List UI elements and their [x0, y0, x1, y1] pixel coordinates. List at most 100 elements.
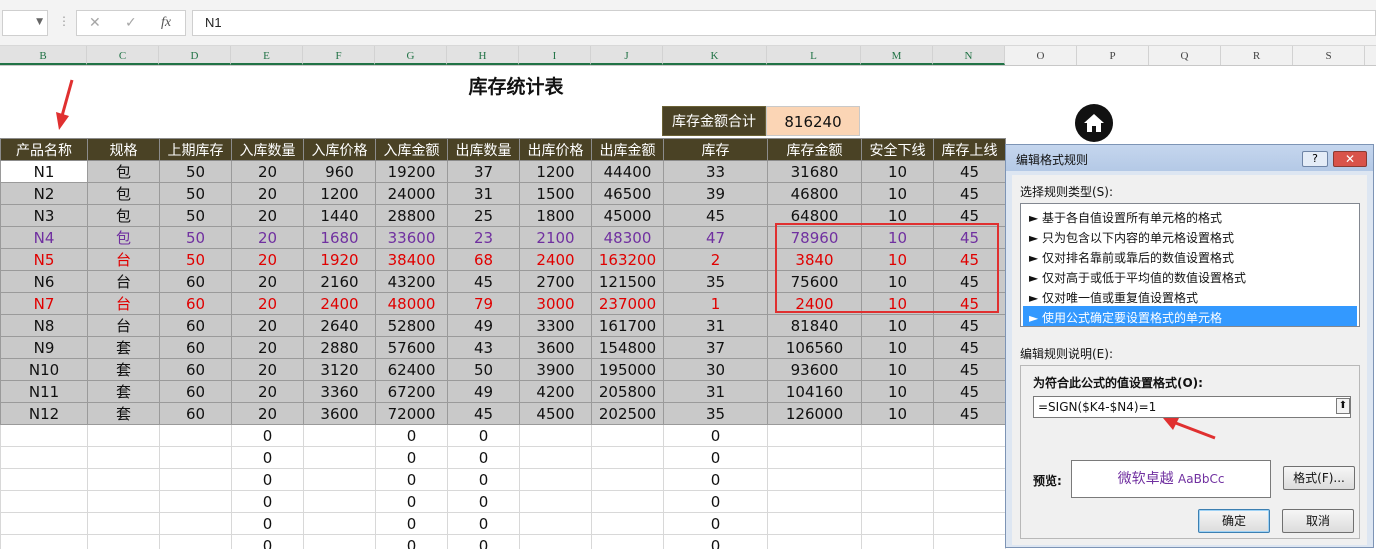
- table-cell[interactable]: 31: [447, 182, 520, 205]
- table-cell[interactable]: 20: [231, 248, 304, 271]
- table-cell[interactable]: 20: [231, 336, 304, 359]
- column-header-p[interactable]: P: [1077, 46, 1149, 65]
- table-cell[interactable]: 2400: [519, 248, 592, 271]
- table-cell[interactable]: [87, 446, 160, 469]
- table-cell[interactable]: 50: [159, 160, 232, 183]
- table-cell[interactable]: 0: [447, 512, 520, 535]
- table-cell[interactable]: N5: [0, 248, 88, 271]
- table-header-cell[interactable]: 入库数量: [231, 138, 304, 161]
- table-cell[interactable]: 45: [933, 160, 1006, 183]
- column-header-k[interactable]: K: [663, 46, 767, 65]
- table-cell[interactable]: 45: [933, 336, 1006, 359]
- table-cell[interactable]: 0: [447, 468, 520, 491]
- table-cell[interactable]: [159, 424, 232, 447]
- table-cell[interactable]: 2160: [303, 270, 376, 293]
- table-cell[interactable]: [861, 534, 934, 549]
- table-cell[interactable]: [0, 512, 88, 535]
- table-cell[interactable]: [591, 534, 664, 549]
- table-cell[interactable]: 20: [231, 380, 304, 403]
- table-cell[interactable]: N8: [0, 314, 88, 337]
- table-cell[interactable]: [591, 468, 664, 491]
- column-header-d[interactable]: D: [159, 46, 231, 65]
- table-cell[interactable]: [767, 424, 862, 447]
- table-cell[interactable]: [0, 534, 88, 549]
- chevron-down-icon[interactable]: ▼: [36, 17, 43, 27]
- table-cell[interactable]: 50: [159, 226, 232, 249]
- table-cell[interactable]: 20: [231, 182, 304, 205]
- table-cell[interactable]: [861, 490, 934, 513]
- table-cell[interactable]: 60: [159, 358, 232, 381]
- table-cell[interactable]: [767, 468, 862, 491]
- table-cell[interactable]: [159, 534, 232, 549]
- table-cell[interactable]: [519, 424, 592, 447]
- table-cell[interactable]: 45: [933, 182, 1006, 205]
- table-cell[interactable]: 35: [663, 270, 768, 293]
- table-header-cell[interactable]: 入库金额: [375, 138, 448, 161]
- table-cell[interactable]: [767, 490, 862, 513]
- table-cell[interactable]: 0: [231, 446, 304, 469]
- table-cell[interactable]: 79: [447, 292, 520, 315]
- table-cell[interactable]: 0: [375, 446, 448, 469]
- table-cell[interactable]: 10: [861, 380, 934, 403]
- table-cell[interactable]: 10: [861, 160, 934, 183]
- table-cell[interactable]: 2: [663, 248, 768, 271]
- rule-type-item[interactable]: ► 基于各自值设置所有单元格的格式: [1023, 206, 1357, 226]
- table-cell[interactable]: [87, 424, 160, 447]
- rule-type-item[interactable]: ► 仅对排名靠前或靠后的数值设置格式: [1023, 246, 1357, 266]
- table-cell[interactable]: [87, 512, 160, 535]
- table-cell[interactable]: 45: [933, 380, 1006, 403]
- table-cell[interactable]: 19200: [375, 160, 448, 183]
- table-cell[interactable]: 1800: [519, 204, 592, 227]
- table-cell[interactable]: 23: [447, 226, 520, 249]
- table-cell[interactable]: [303, 424, 376, 447]
- table-cell[interactable]: 45: [447, 270, 520, 293]
- table-cell[interactable]: [87, 534, 160, 549]
- table-cell[interactable]: 30: [663, 358, 768, 381]
- table-cell[interactable]: 0: [375, 534, 448, 549]
- table-cell[interactable]: 28800: [375, 204, 448, 227]
- table-header-cell[interactable]: 出库数量: [447, 138, 520, 161]
- table-cell[interactable]: 台: [87, 248, 160, 271]
- table-header-cell[interactable]: 库存: [663, 138, 768, 161]
- table-cell[interactable]: 60: [159, 336, 232, 359]
- name-box[interactable]: ▼: [2, 10, 48, 36]
- table-cell[interactable]: 套: [87, 402, 160, 425]
- table-cell[interactable]: 24000: [375, 182, 448, 205]
- table-cell[interactable]: 20: [231, 160, 304, 183]
- table-cell[interactable]: [303, 468, 376, 491]
- table-cell[interactable]: 0: [663, 424, 768, 447]
- table-cell[interactable]: [159, 490, 232, 513]
- table-cell[interactable]: 48000: [375, 292, 448, 315]
- table-cell[interactable]: 0: [663, 512, 768, 535]
- table-cell[interactable]: [87, 468, 160, 491]
- table-cell[interactable]: 126000: [767, 402, 862, 425]
- table-cell[interactable]: 20: [231, 314, 304, 337]
- table-cell[interactable]: 包: [87, 226, 160, 249]
- table-cell[interactable]: [303, 534, 376, 549]
- table-cell[interactable]: [303, 490, 376, 513]
- table-cell[interactable]: 67200: [375, 380, 448, 403]
- column-header-g[interactable]: G: [375, 46, 447, 65]
- formula-field[interactable]: =SIGN($K4-$N4)=1 ⬆: [1033, 396, 1351, 418]
- table-cell[interactable]: 72000: [375, 402, 448, 425]
- table-cell[interactable]: [591, 446, 664, 469]
- table-cell[interactable]: [303, 512, 376, 535]
- table-cell[interactable]: [0, 490, 88, 513]
- table-cell[interactable]: 50: [159, 182, 232, 205]
- table-cell[interactable]: 套: [87, 336, 160, 359]
- table-cell[interactable]: 163200: [591, 248, 664, 271]
- column-header-m[interactable]: M: [861, 46, 933, 65]
- table-cell[interactable]: 43: [447, 336, 520, 359]
- table-cell[interactable]: 包: [87, 160, 160, 183]
- table-cell[interactable]: 205800: [591, 380, 664, 403]
- table-cell[interactable]: 10: [861, 182, 934, 205]
- table-cell[interactable]: 1500: [519, 182, 592, 205]
- column-header-f[interactable]: F: [303, 46, 375, 65]
- table-cell[interactable]: 49: [447, 380, 520, 403]
- table-cell[interactable]: 0: [447, 424, 520, 447]
- table-cell[interactable]: [591, 490, 664, 513]
- column-header-h[interactable]: H: [447, 46, 519, 65]
- column-header-b[interactable]: B: [0, 46, 87, 65]
- table-cell[interactable]: [0, 468, 88, 491]
- table-cell[interactable]: [861, 512, 934, 535]
